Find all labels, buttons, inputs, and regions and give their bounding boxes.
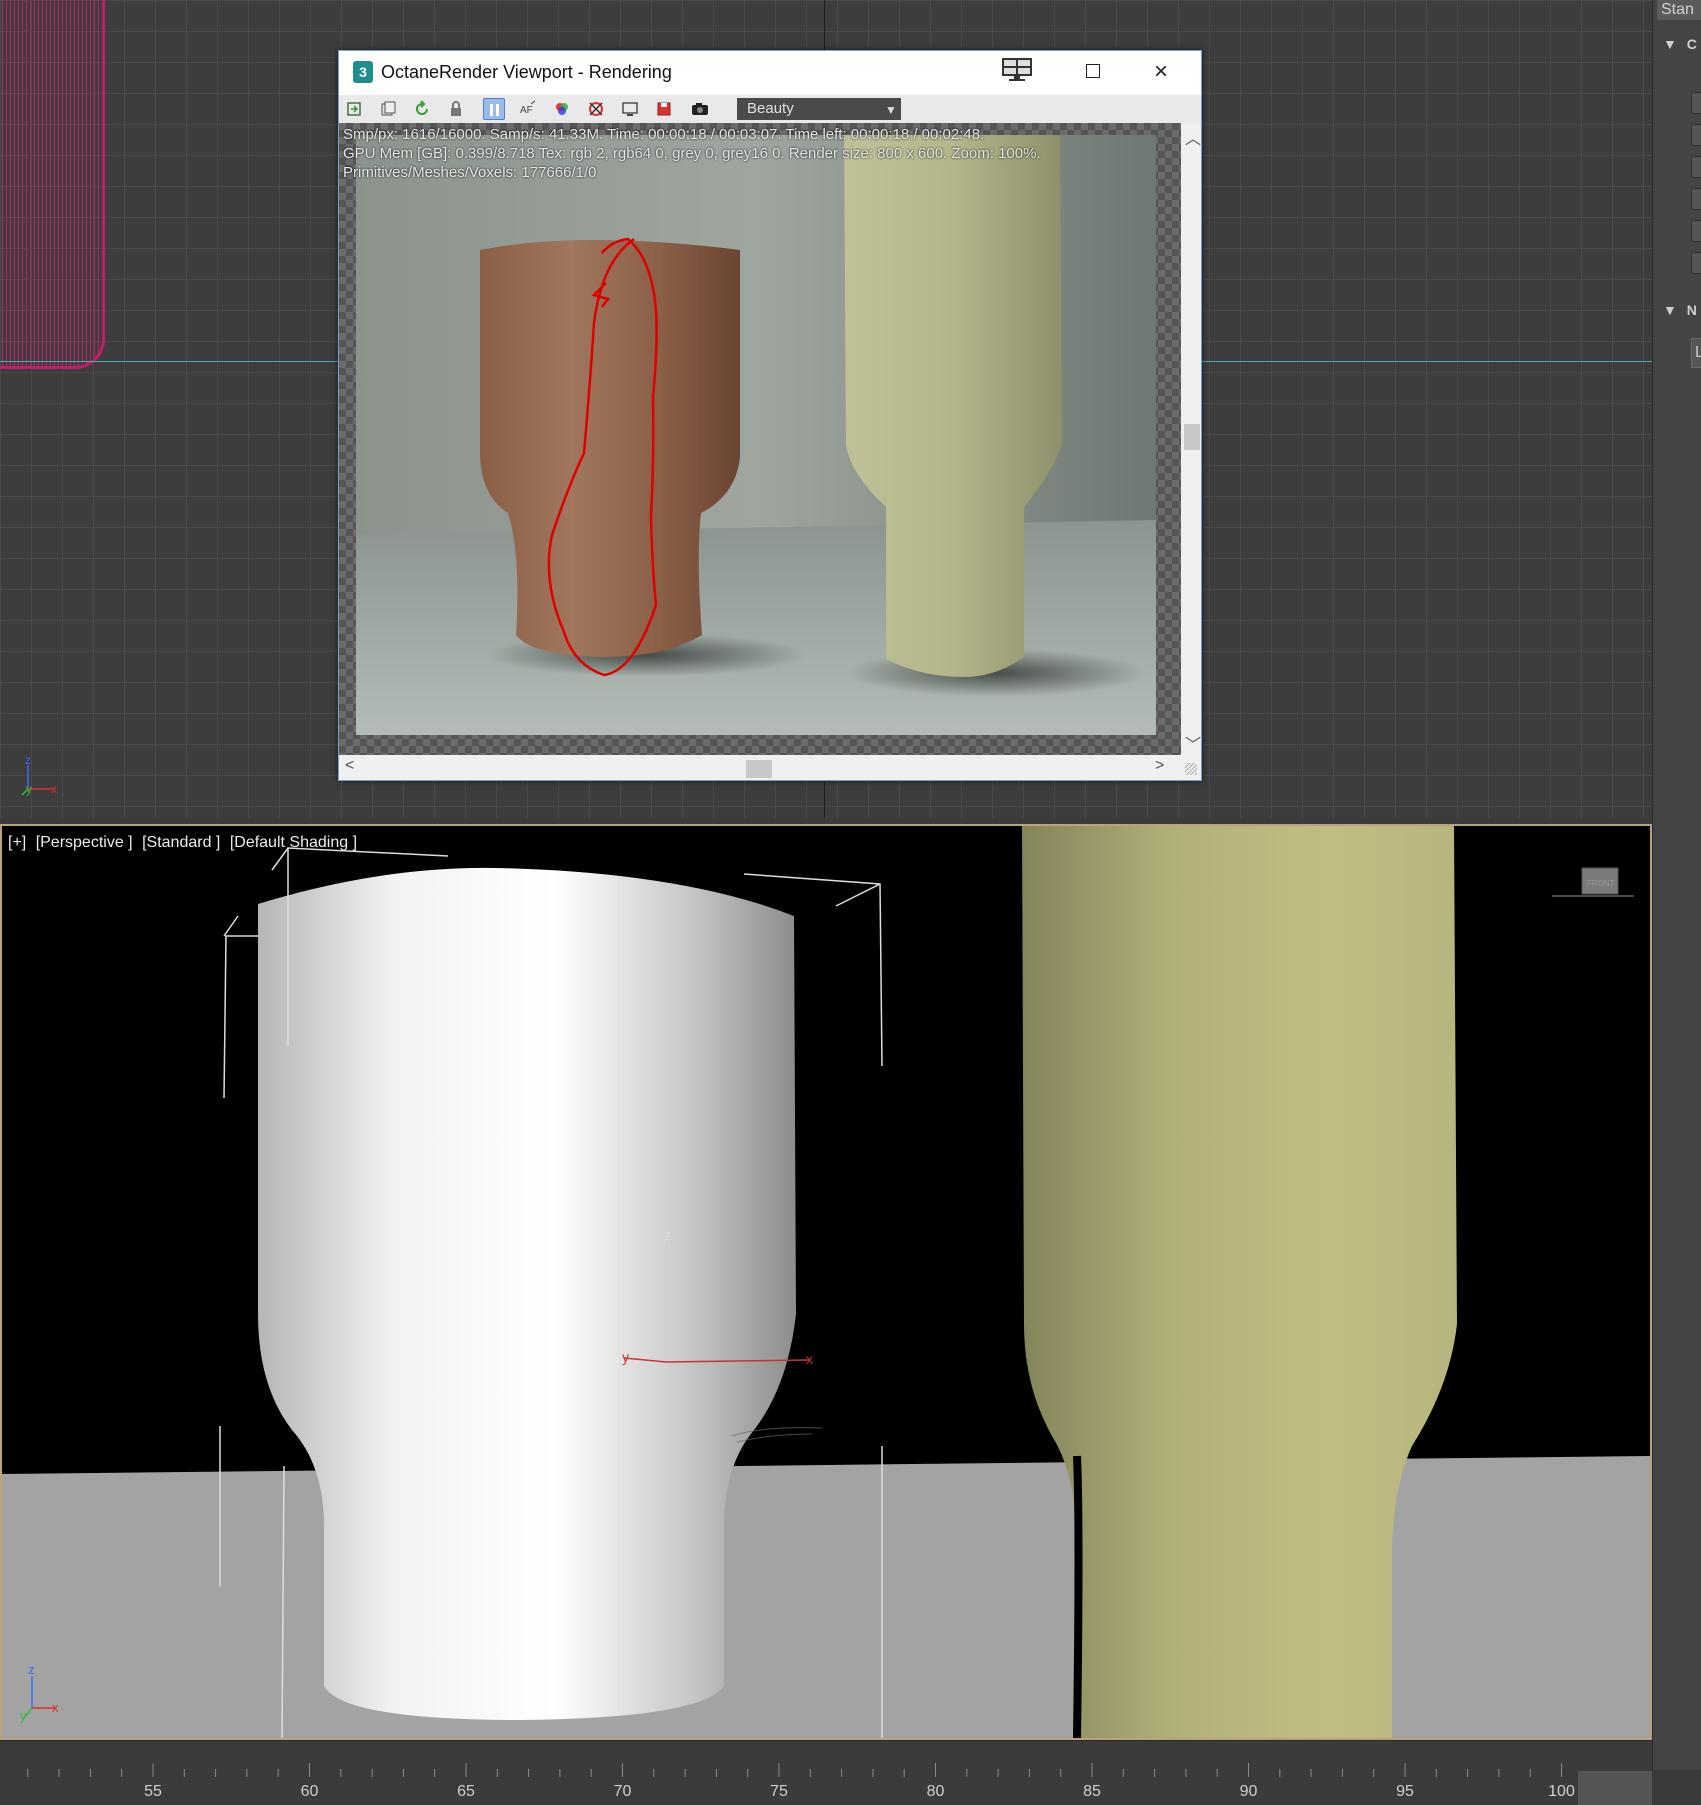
rollout-label-2: N	[1686, 302, 1697, 318]
horizontal-scroll-thumb[interactable]	[746, 760, 772, 778]
gizmo-y-label: y	[622, 1349, 629, 1365]
top-axis-z: z	[25, 755, 31, 767]
rollout-header-2[interactable]: ▼ N	[1663, 302, 1697, 318]
command-panel-tab[interactable]: Stan	[1657, 0, 1701, 20]
scroll-up-icon[interactable]: ︿	[1185, 125, 1201, 149]
octane-render-image	[356, 135, 1156, 735]
timeline-ticks	[27, 1763, 1562, 1777]
vertical-scroll-thumb[interactable]	[1184, 424, 1200, 450]
panel-button-5[interactable]	[1691, 220, 1701, 242]
timeline-tick-label: 55	[144, 1783, 162, 1800]
axis-y-label: y	[20, 1708, 27, 1723]
rollout-collapse-icon: ▼	[1663, 302, 1677, 318]
pause-icon[interactable]	[483, 98, 505, 120]
timeline-end-block	[1578, 1771, 1652, 1805]
panel-button-4[interactable]	[1691, 188, 1701, 210]
vertical-scrollbar[interactable]: ︿ ﹀	[1181, 123, 1201, 755]
viewport-point-of-view[interactable]: [Perspective ]	[36, 834, 133, 851]
timeline-tick-label: 60	[300, 1783, 319, 1800]
octane-render-stats: Smp/px: 1616/16000. Samp/s: 41.33M. Time…	[343, 125, 1041, 182]
scroll-right-icon[interactable]: >	[1155, 757, 1164, 775]
close-icon[interactable]: ×	[1151, 60, 1171, 84]
gizmo-z-label: z	[664, 1227, 671, 1243]
camera-icon[interactable]	[689, 98, 711, 120]
timeline-tick-label: 95	[1396, 1783, 1414, 1800]
timeline-ruler[interactable]: 55 60 65 70 75 80 85 90 95 100	[0, 1740, 1652, 1805]
perspective-viewport[interactable]: z y x FRONT z y x [+] [Perspective ] [St…	[0, 824, 1652, 1740]
panel-text-field[interactable]: L	[1691, 338, 1701, 368]
svg-text:AF: AF	[520, 105, 533, 116]
scroll-down-icon[interactable]: ﹀	[1185, 731, 1201, 755]
render-pass-select[interactable]: Beauty ▼	[737, 98, 901, 120]
viewport-shading[interactable]: [Default Shading ]	[230, 834, 357, 851]
panel-button-6[interactable]	[1691, 252, 1701, 274]
wireframe-object[interactable]	[0, 0, 105, 369]
perspective-scene: z y x FRONT z y x	[2, 826, 1650, 1738]
timeline-tick-label: 75	[770, 1783, 788, 1800]
stats-line-3: Primitives/Meshes/Voxels: 177666/1/0	[343, 164, 597, 181]
viewcube-label: FRONT	[1587, 879, 1615, 888]
rollout-label-1: C	[1686, 36, 1697, 52]
display-icon[interactable]	[619, 98, 641, 120]
timeline-tick-label: 80	[926, 1783, 945, 1800]
octane-toolbar: AF Beauty ▼	[339, 95, 1201, 124]
gizmo-x-label: x	[806, 1351, 813, 1367]
timeline-tick-label: 90	[1239, 1783, 1258, 1800]
color-icon[interactable]	[551, 98, 573, 120]
save-icon[interactable]	[653, 98, 675, 120]
top-axis-y: y	[26, 782, 32, 796]
dropdown-arrow-icon: ▼	[885, 103, 897, 117]
top-axis-x: x	[51, 782, 57, 796]
axis-z-label: z	[28, 1662, 35, 1677]
maximize-icon[interactable]	[1086, 64, 1100, 78]
timeline-tick-label: 100	[1548, 1783, 1575, 1800]
top-axis-tripod: z y x	[21, 755, 57, 796]
panel-button-2[interactable]	[1691, 124, 1701, 146]
viewport-standard[interactable]: [Standard ]	[142, 834, 220, 851]
copy-icon[interactable]	[377, 98, 399, 120]
rollout-collapse-icon: ▼	[1663, 36, 1677, 52]
lock-icon[interactable]	[445, 98, 467, 120]
timeline-tick-label: 70	[613, 1783, 632, 1800]
octane-render-canvas[interactable]: Smp/px: 1616/16000. Samp/s: 41.33M. Time…	[339, 123, 1181, 755]
refresh-icon[interactable]	[411, 98, 433, 120]
viewport-menu-plus[interactable]: [+]	[8, 834, 26, 851]
octane-window-title: OctaneRender Viewport - Rendering	[381, 62, 672, 82]
monitor-layout-icon[interactable]	[1000, 56, 1034, 82]
stats-line-2: GPU Mem [GB]: 0.399/8.718 Tex: rgb 2, rg…	[343, 145, 1041, 162]
resize-grip-icon[interactable]	[1185, 763, 1197, 775]
command-panel: Stan ▼ C ▼ N L	[1652, 0, 1701, 1770]
rollout-header-1[interactable]: ▼ C	[1663, 36, 1697, 52]
region-icon[interactable]	[585, 98, 607, 120]
panel-button-3[interactable]	[1691, 156, 1701, 178]
octane-render-window[interactable]: 3 OctaneRender Viewport - Rendering × AF…	[338, 50, 1202, 781]
stats-line-1: Smp/px: 1616/16000. Samp/s: 41.33M. Time…	[343, 126, 985, 143]
af-icon[interactable]: AF	[517, 98, 539, 120]
render-pass-value: Beauty	[747, 100, 794, 117]
horizontal-scrollbar[interactable]: < >	[339, 755, 1201, 780]
timeline-tick-label: 65	[457, 1783, 475, 1800]
export-icon[interactable]	[343, 98, 365, 120]
timeline-tick-label: 85	[1083, 1783, 1101, 1800]
viewport-label-bar: [+] [Perspective ] [Standard ] [Default …	[8, 834, 362, 852]
max-app-icon: 3	[353, 61, 373, 83]
octane-titlebar[interactable]: 3 OctaneRender Viewport - Rendering ×	[339, 51, 1201, 95]
panel-button-1[interactable]	[1691, 92, 1701, 114]
axis-x-label: x	[52, 1700, 59, 1715]
scroll-left-icon[interactable]: <	[345, 757, 354, 775]
